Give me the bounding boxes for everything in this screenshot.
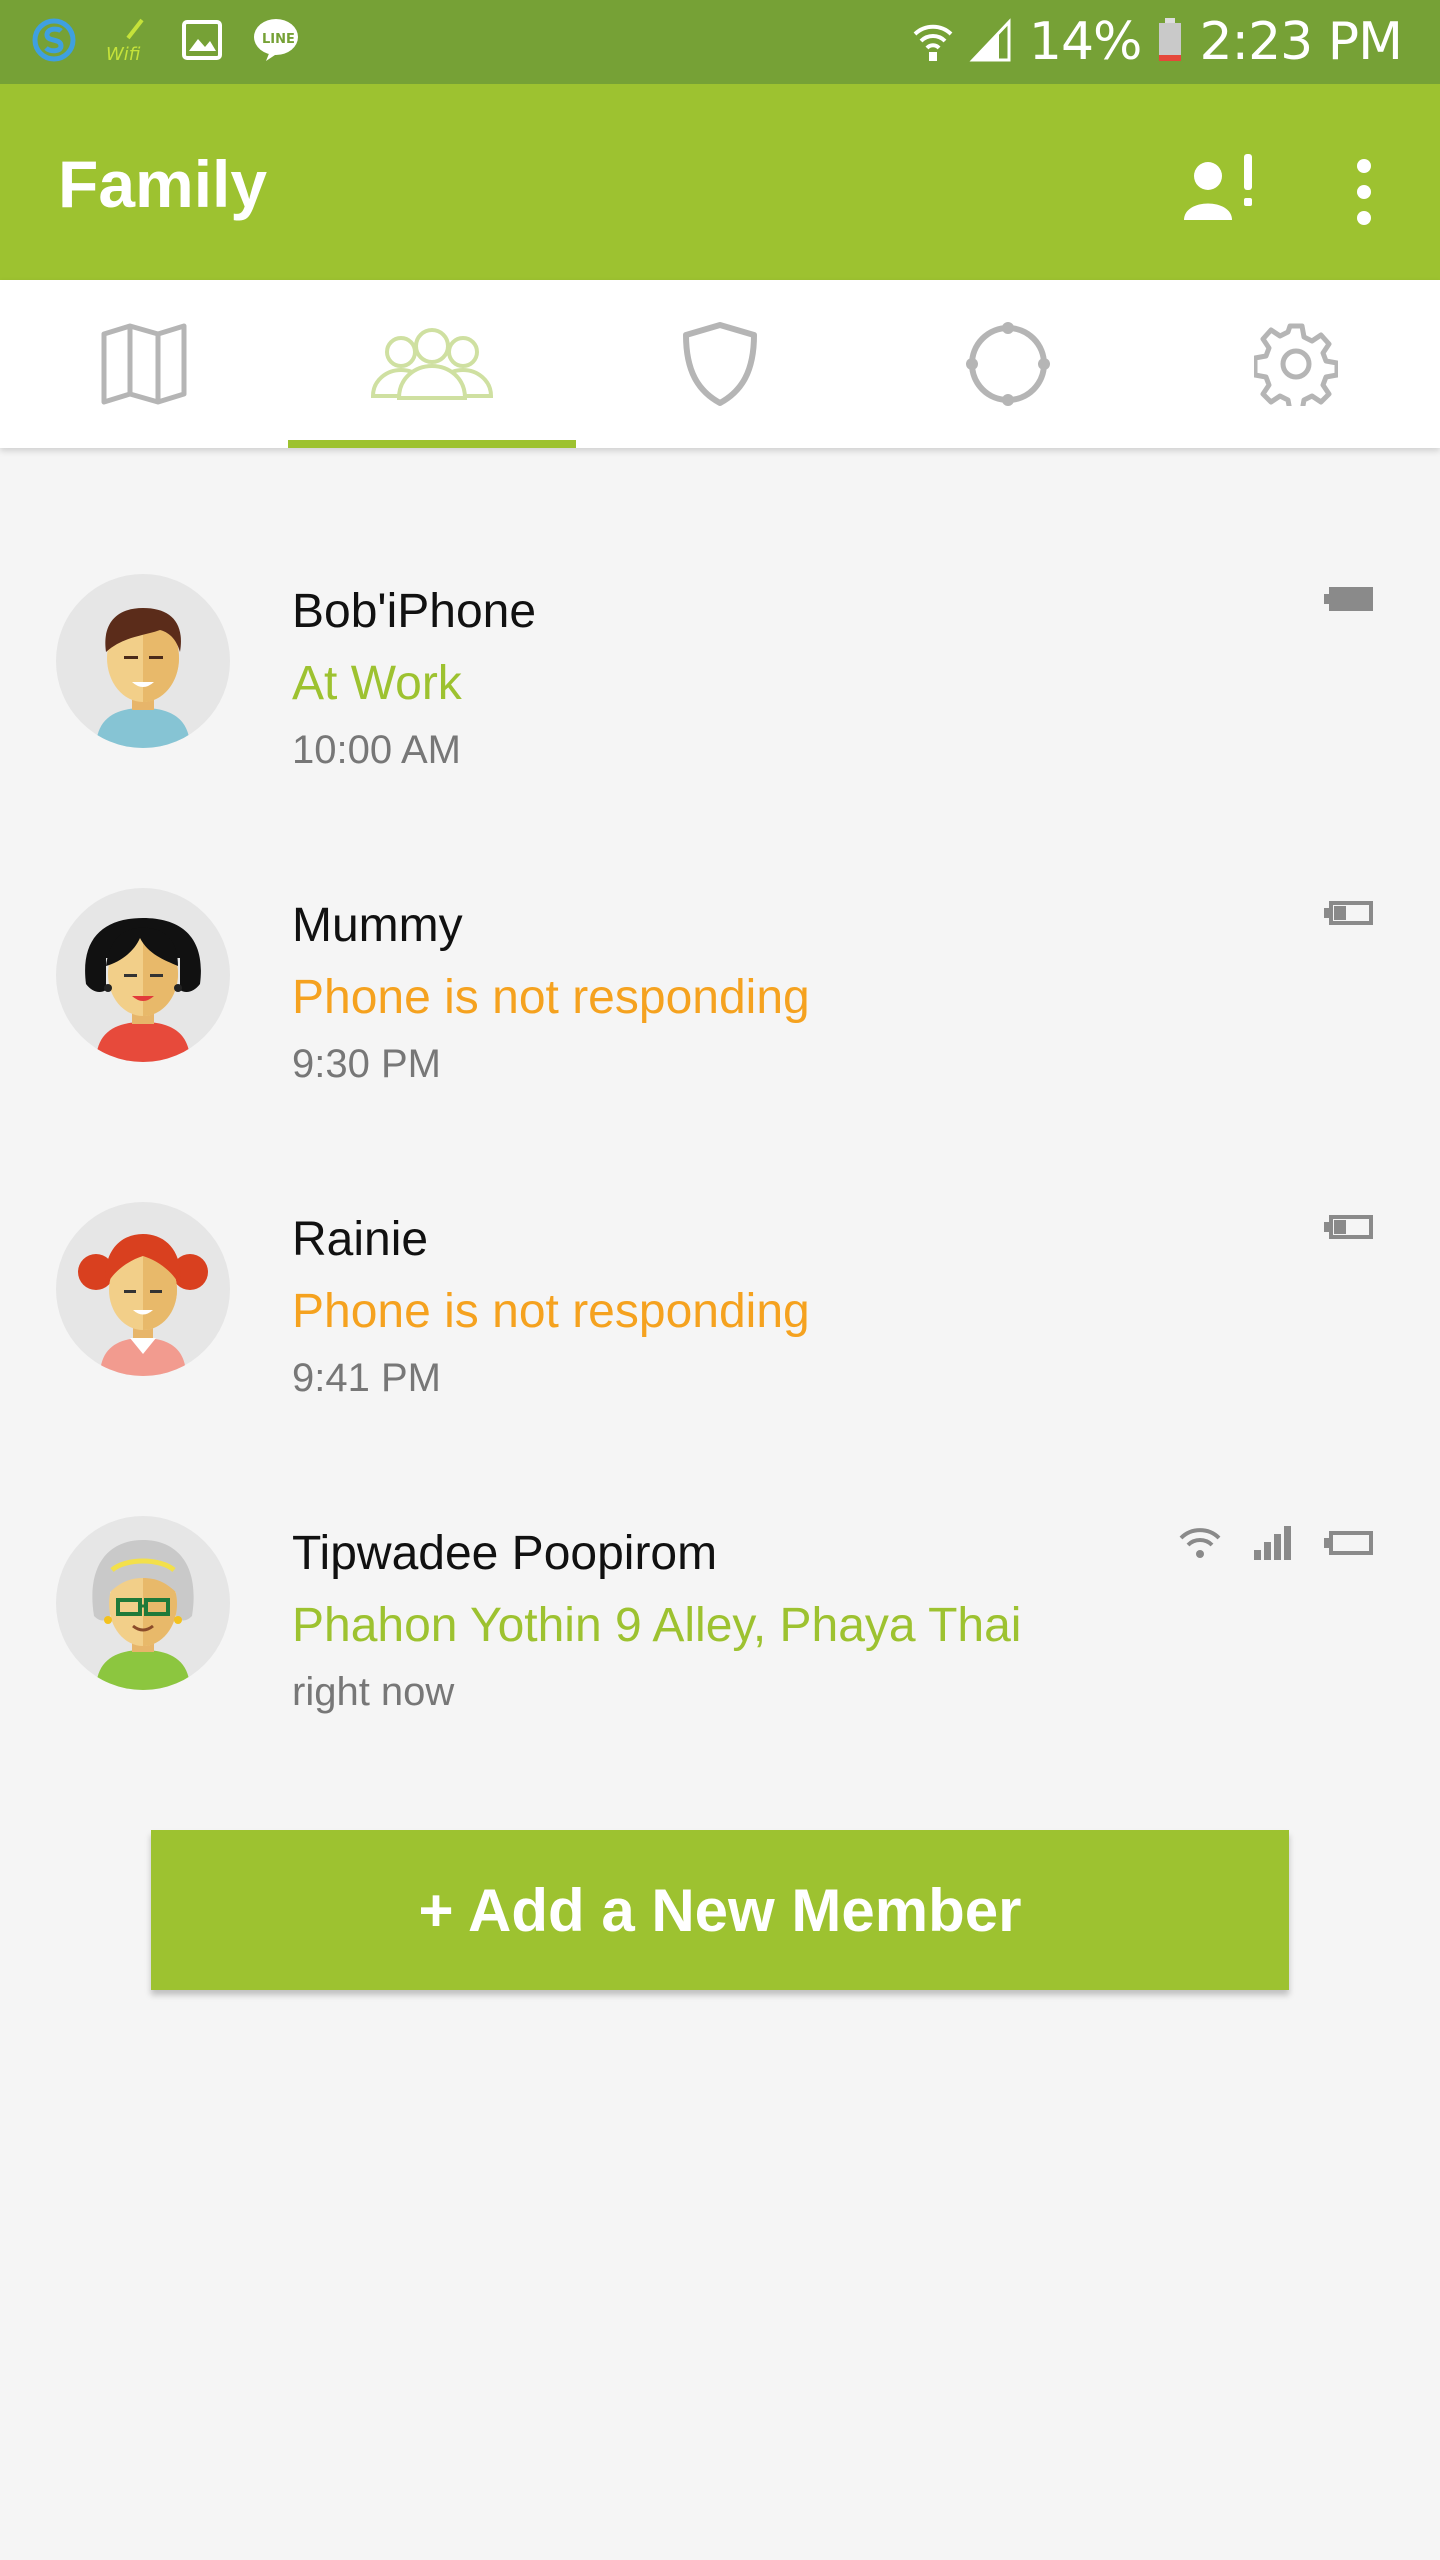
tab-map[interactable] bbox=[0, 280, 288, 448]
member-row[interactable]: Mummy Phone is not responding 9:30 PM bbox=[0, 888, 1440, 1128]
member-name: Tipwadee Poopirom bbox=[292, 1527, 718, 1580]
member-status: Phone is not responding bbox=[292, 1285, 810, 1338]
gallery-icon bbox=[176, 14, 228, 66]
cell-signal-icon bbox=[969, 17, 1013, 67]
avatar bbox=[56, 1516, 230, 1690]
member-row[interactable]: Tipwadee Poopirom Phahon Yothin 9 Alley,… bbox=[0, 1516, 1440, 1756]
wifi-icon bbox=[1179, 1528, 1221, 1558]
page-title: Family bbox=[58, 147, 268, 221]
member-status: Phahon Yothin 9 Alley, Phaya Thai bbox=[292, 1599, 1022, 1652]
member-time: right now bbox=[292, 1670, 455, 1714]
tab-bar bbox=[0, 280, 1440, 448]
svg-text:Wifi: Wifi bbox=[106, 44, 141, 65]
status-bar: Wifi LINE 14% 2:23 PM bbox=[0, 0, 1440, 84]
wifi-signal-icon bbox=[913, 18, 953, 67]
battery-icon bbox=[1324, 901, 1373, 925]
gear-icon bbox=[1254, 323, 1338, 406]
avatar bbox=[56, 574, 230, 748]
avatar bbox=[56, 888, 230, 1062]
member-row[interactable]: Bob'iPhone At Work 10:00 AM bbox=[0, 574, 1440, 814]
active-tab-indicator bbox=[288, 440, 576, 448]
member-time: 9:41 PM bbox=[292, 1356, 441, 1400]
app-bar: Family bbox=[0, 84, 1440, 280]
tab-safety[interactable] bbox=[576, 280, 864, 448]
battery-icon bbox=[1324, 1215, 1373, 1239]
shield-icon bbox=[683, 322, 757, 406]
battery-icon bbox=[1157, 17, 1183, 68]
add-member-button[interactable]: + Add a New Member bbox=[151, 1830, 1289, 1990]
member-status: At Work bbox=[292, 657, 462, 710]
battery-icon bbox=[1324, 1531, 1373, 1555]
map-icon bbox=[101, 323, 187, 405]
svg-text:LINE: LINE bbox=[262, 32, 295, 47]
battery-icon bbox=[1324, 587, 1373, 611]
member-name: Rainie bbox=[292, 1213, 429, 1266]
tab-places[interactable] bbox=[864, 280, 1152, 448]
line-icon: LINE bbox=[250, 14, 302, 66]
battery-percent: 14% bbox=[1028, 12, 1143, 72]
member-name: Bob'iPhone bbox=[292, 585, 537, 638]
tab-family[interactable] bbox=[288, 280, 576, 448]
skype-icon bbox=[28, 14, 80, 66]
member-row[interactable]: Rainie Phone is not responding 9:41 PM bbox=[0, 1202, 1440, 1442]
avatar bbox=[56, 1202, 230, 1376]
member-name: Mummy bbox=[292, 899, 463, 952]
more-options-icon[interactable] bbox=[1336, 150, 1392, 234]
people-icon bbox=[370, 328, 494, 400]
member-status: Phone is not responding bbox=[292, 971, 810, 1024]
member-time: 10:00 AM bbox=[292, 728, 462, 772]
tab-settings[interactable] bbox=[1152, 280, 1440, 448]
member-alert-icon[interactable] bbox=[1176, 148, 1260, 232]
target-icon bbox=[966, 322, 1050, 406]
member-time: 9:30 PM bbox=[292, 1042, 441, 1086]
wifi-app-icon: Wifi bbox=[102, 14, 154, 66]
cell-signal-icon bbox=[1254, 1526, 1291, 1560]
clock: 2:23 PM bbox=[1199, 12, 1403, 72]
